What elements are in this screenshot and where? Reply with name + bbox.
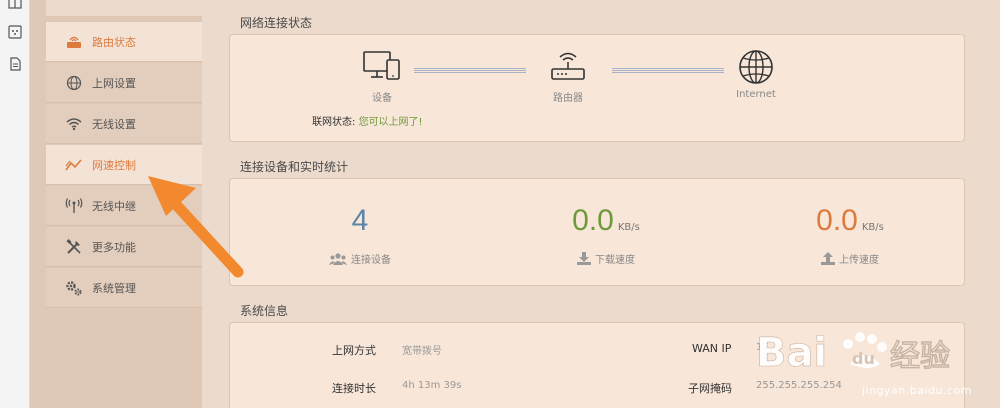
node-router-label: 路由器 [553,93,583,104]
sidebar-item-label: 网速控制 [92,158,136,172]
system-info-title: 系统信息 [240,304,289,318]
gears-icon [64,278,84,298]
connection-line-device-router [414,68,526,73]
wan-ip-label: WAN IP [692,342,732,355]
svg-text:Bai: Bai [756,330,827,376]
sidebar-item-label: 系统管理 [92,281,136,295]
stats-panel: 4 连接设备 0.0 KB/s 下载速度 0.0 KB/s 上传速度 [229,178,965,286]
connection-state-label: 联网状态: [312,117,356,128]
watermark-url: jingyan.baidu.com [861,384,972,397]
router-icon [64,32,84,52]
upload-caption: 上传速度 [839,255,879,266]
globe-icon [64,73,84,93]
stats-title: 连接设备和实时统计 [240,160,349,174]
sidebar-item-internet-settings[interactable]: 上网设置 [46,63,202,103]
svg-text:经验: 经验 [890,339,950,374]
sidebar-item-speed-control[interactable]: 网速控制 [46,145,202,185]
download-speed-value: 0.0 [572,204,614,237]
sidebar-item-wireless-settings[interactable]: 无线设置 [46,104,202,144]
sidebar-item-label: 路由状态 [92,35,136,49]
globe-icon [739,50,773,84]
devices-caption: 连接设备 [351,255,391,266]
network-status-title: 网络连接状态 [240,16,313,30]
node-router: 路由器 [538,49,598,104]
upload-icon [821,252,835,265]
antenna-icon [64,196,84,216]
users-icon [329,252,347,265]
subnet-mask-label: 子网掩码 [688,382,732,395]
node-internet: Internet [726,49,786,100]
devices-count: 4 [351,204,369,237]
upload-speed-unit: KB/s [861,222,884,233]
svg-text:du: du [852,349,875,368]
node-device-label: 设备 [372,93,392,104]
network-status-panel: 设备 路由器 Internet 联网状态: 您可以上网了! [229,34,965,142]
download-caption: 下载速度 [595,255,635,266]
stat-upload: 0.0 KB/s 上传速度 [770,203,930,266]
router-icon [551,52,585,80]
internet-mode-value: 宽带拨号 [402,346,442,357]
sidebar-item-router-status[interactable]: 路由状态 [46,22,202,62]
connection-line-router-internet [612,68,724,73]
sidebar-item-wireless-relay[interactable]: 无线中继 [46,186,202,226]
sidebar-item-system-management[interactable]: 系统管理 [46,268,202,308]
sidebar-item-label: 无线设置 [92,117,136,131]
tools-icon [64,237,84,257]
sidebar-item-more-features[interactable]: 更多功能 [46,227,202,267]
stat-devices: 4 连接设备 [280,203,440,266]
sidebar-item-label: 上网设置 [92,76,136,90]
document-icon[interactable] [7,56,23,72]
computer-icon [363,51,400,80]
download-speed-unit: KB/s [617,222,640,233]
sidebar-item-label: 无线中继 [92,199,136,213]
uptime-label: 连接时长 [332,382,376,395]
uptime-value: 4h 13m 39s [402,380,462,391]
node-internet-label: Internet [736,89,776,100]
speed-chart-icon [64,155,84,175]
browser-side-strip [0,0,30,408]
connection-state: 联网状态: 您可以上网了! [312,113,423,128]
sidebar-item-label: 更多功能 [92,240,136,254]
connection-state-value: 您可以上网了! [358,117,423,128]
internet-mode-label: 上网方式 [332,344,376,357]
sidebar-top-spacer [46,0,202,16]
node-device: 设备 [352,49,412,104]
extension-icon[interactable] [7,24,23,40]
download-icon [577,252,591,265]
layout-icon[interactable] [7,0,23,10]
stat-download: 0.0 KB/s 下载速度 [526,203,686,266]
upload-speed-value: 0.0 [816,204,858,237]
wifi-icon [64,114,84,134]
sidebar: 路由状态 上网设置 无线设置 网速控制 无线中继 更多功能 系统管理 [30,0,202,408]
